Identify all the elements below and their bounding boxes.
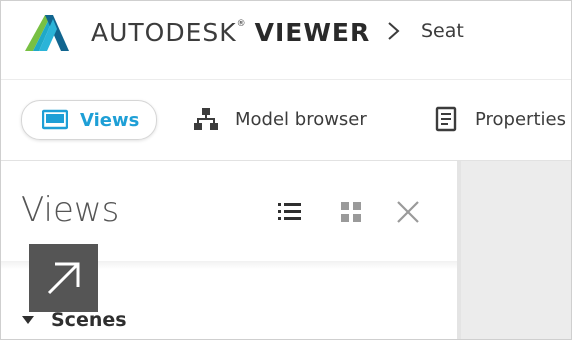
tab-views[interactable]: Views: [21, 100, 157, 140]
tab-model-browser-label: Model browser: [235, 108, 367, 130]
app-frame: AUTODESK® VIEWER Seat Views Model browse…: [0, 0, 572, 340]
grid-icon[interactable]: [337, 197, 367, 227]
close-icon[interactable]: [393, 197, 423, 227]
tab-views-label: Views: [80, 109, 140, 131]
caret-down-icon: [22, 316, 34, 324]
list-icon[interactable]: [275, 197, 305, 227]
autodesk-logo-icon: [25, 15, 69, 51]
scenes-label: Scenes: [51, 309, 127, 331]
breadcrumb-current[interactable]: Seat: [421, 17, 464, 45]
expand-button[interactable]: [29, 244, 98, 312]
model-viewport[interactable]: [461, 161, 571, 339]
views-icon: [42, 109, 68, 130]
tab-properties[interactable]: Properties: [433, 100, 566, 138]
app-brand: AUTODESK® VIEWER: [91, 17, 370, 49]
tab-bar: Views Model browser Properties: [1, 80, 571, 161]
chevron-right-icon: [388, 22, 400, 40]
brand-autodesk: AUTODESK: [91, 18, 237, 47]
tab-model-browser[interactable]: Model browser: [193, 100, 367, 138]
app-header: AUTODESK® VIEWER Seat: [1, 1, 571, 80]
tab-properties-label: Properties: [475, 108, 566, 130]
properties-icon: [435, 106, 457, 132]
expand-arrow-icon: [47, 262, 80, 295]
scenes-section-toggle[interactable]: Scenes: [21, 309, 127, 331]
brand-viewer: VIEWER: [254, 18, 371, 47]
hierarchy-icon: [194, 108, 218, 130]
brand-registered-mark: ®: [236, 19, 246, 29]
panel-title: Views: [21, 190, 120, 230]
